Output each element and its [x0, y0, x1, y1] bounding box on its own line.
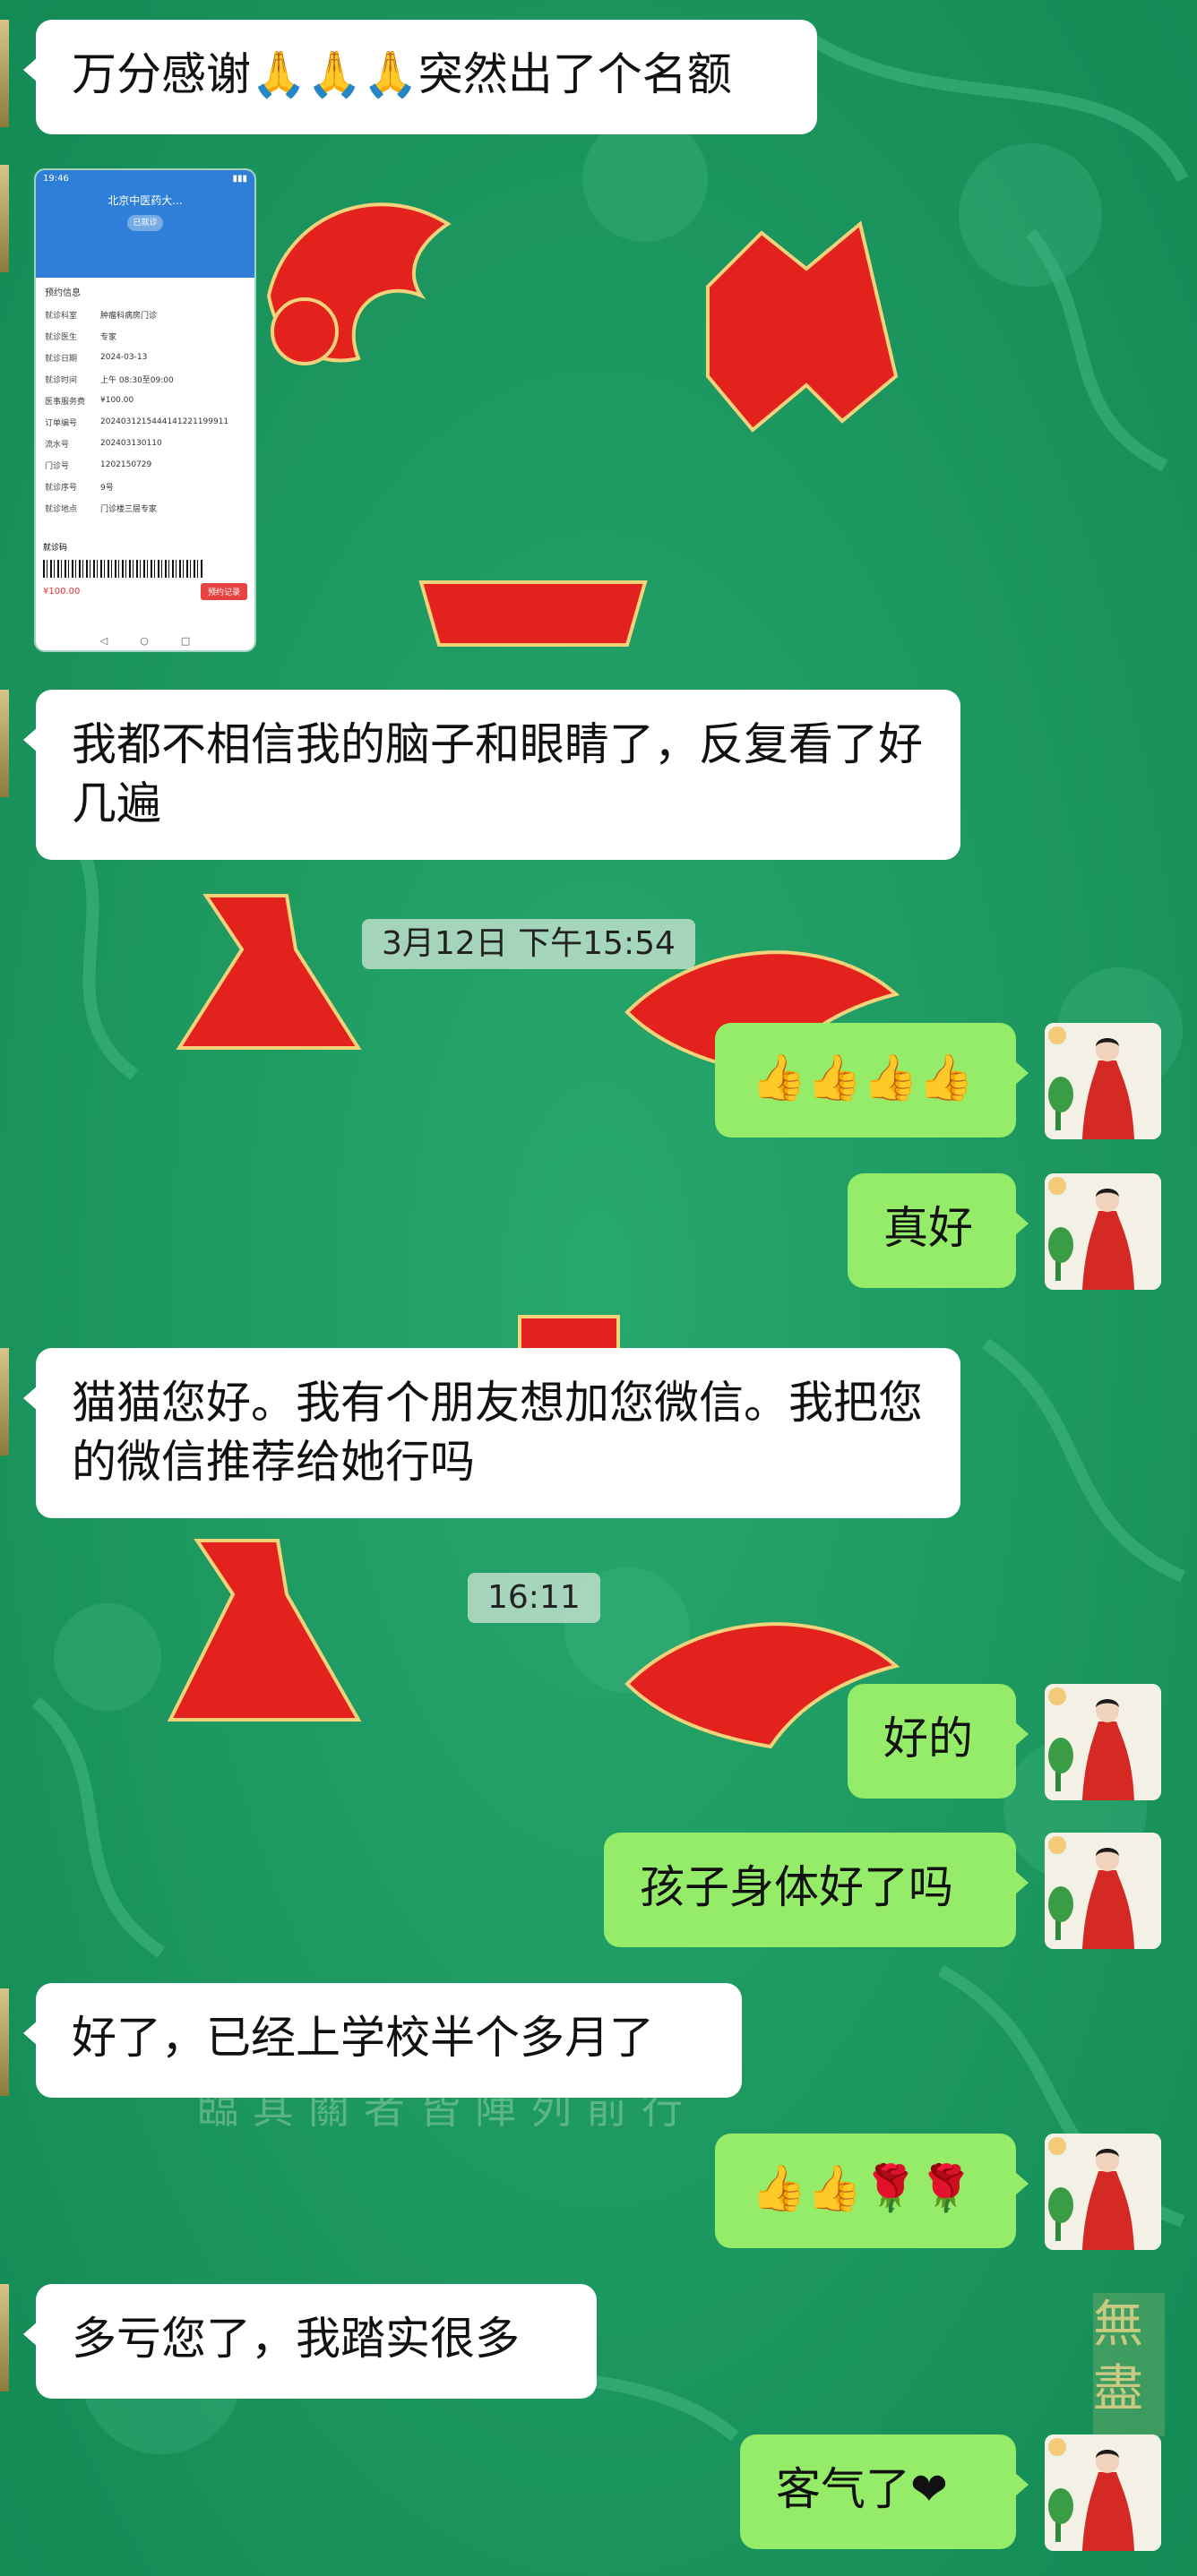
shot-nav-bar: ◁ ○ □: [36, 635, 254, 647]
self-avatar[interactable]: [1045, 1684, 1161, 1800]
barcode-icon: [43, 560, 204, 578]
peer-avatar[interactable]: [0, 20, 9, 127]
shot-row: 医事服务费 ¥100.00: [45, 396, 134, 407]
peer-avatar[interactable]: [0, 165, 9, 272]
outgoing-message[interactable]: 客气了❤: [740, 2434, 1029, 2549]
outgoing-message[interactable]: 👍👍🌹🌹: [715, 2134, 1029, 2248]
chat-timestamp: 16:11: [468, 1573, 600, 1623]
wallpaper-calligraphy-corner: 無盡: [1093, 2296, 1143, 2418]
shot-footer: 就诊码 ¥100.00 预约记录: [36, 541, 254, 600]
shot-section-title: 预约信息: [45, 288, 81, 298]
peer-avatar[interactable]: [0, 2284, 9, 2391]
shot-record-button: 预约记录: [200, 583, 247, 600]
incoming-message[interactable]: 我都不相信我的脑子和眼睛了，反复看了好几遍: [23, 690, 960, 860]
shot-row: 就诊医生 专家: [45, 332, 117, 342]
self-avatar[interactable]: [1045, 1023, 1161, 1139]
shot-row: 订单编号 2024031215444141221199911: [45, 417, 229, 428]
incoming-message[interactable]: 猫猫您好。我有个朋友想加您微信。我把您的微信推荐给她行吗: [23, 1348, 960, 1518]
incoming-message[interactable]: 万分感谢🙏🙏🙏突然出了个名额: [23, 20, 817, 134]
shot-row: 就诊日期 2024-03-13: [45, 353, 148, 364]
outgoing-message[interactable]: 真好: [848, 1173, 1029, 1288]
shot-row: 就诊科室 肿瘤科病房门诊: [45, 311, 158, 321]
peer-avatar[interactable]: [0, 1348, 9, 1455]
home-icon: ○: [140, 635, 149, 647]
recent-apps-icon: □: [180, 635, 191, 647]
shot-title: 北京中医药大...: [108, 194, 183, 207]
shot-row: 就诊序号 9号: [45, 483, 114, 493]
back-icon: ◁: [99, 635, 108, 647]
shot-status-stamp: 已就诊: [127, 215, 163, 231]
chat-timestamp: 3月12日 下午15:54: [362, 919, 695, 969]
outgoing-message[interactable]: 👍👍👍👍: [715, 1023, 1029, 1138]
self-avatar[interactable]: [1045, 1833, 1161, 1949]
peer-avatar[interactable]: [0, 1988, 9, 2096]
signal-icon: ▮▮▮: [232, 174, 247, 184]
incoming-message[interactable]: 好了，已经上学校半个多月了: [23, 1983, 742, 2098]
shot-details: 预约信息 就诊科室 肿瘤科病房门诊 就诊医生 专家 就诊日期 2024-03-13 就…: [36, 278, 254, 519]
self-avatar[interactable]: [1045, 1173, 1161, 1290]
incoming-message[interactable]: 多亏您了，我踏实很多: [23, 2284, 597, 2399]
shot-price: ¥100.00: [43, 587, 81, 597]
peer-avatar[interactable]: [0, 690, 9, 797]
shot-header: 19:46 ▮▮▮ 北京中医药大... 已就诊: [36, 170, 254, 278]
self-avatar[interactable]: [1045, 2434, 1161, 2551]
shot-row: 就诊地点 门诊楼三层专家: [45, 504, 158, 514]
shared-image-message[interactable]: 19:46 ▮▮▮ 北京中医药大... 已就诊 预约信息 就诊科室 肿瘤科病房门诊…: [36, 170, 254, 650]
outgoing-message[interactable]: 孩子身体好了吗: [604, 1833, 1029, 1947]
shot-row: 门诊号 1202150729: [45, 460, 152, 471]
shot-row: 流水号 202403130110: [45, 439, 162, 450]
barcode-label: 就诊码: [43, 544, 68, 553]
self-avatar[interactable]: [1045, 2134, 1161, 2250]
shot-status-time: 19:46: [43, 174, 69, 184]
shot-row: 就诊时间 上午 08:30至09:00: [45, 375, 174, 385]
outgoing-message[interactable]: 好的: [848, 1684, 1029, 1799]
